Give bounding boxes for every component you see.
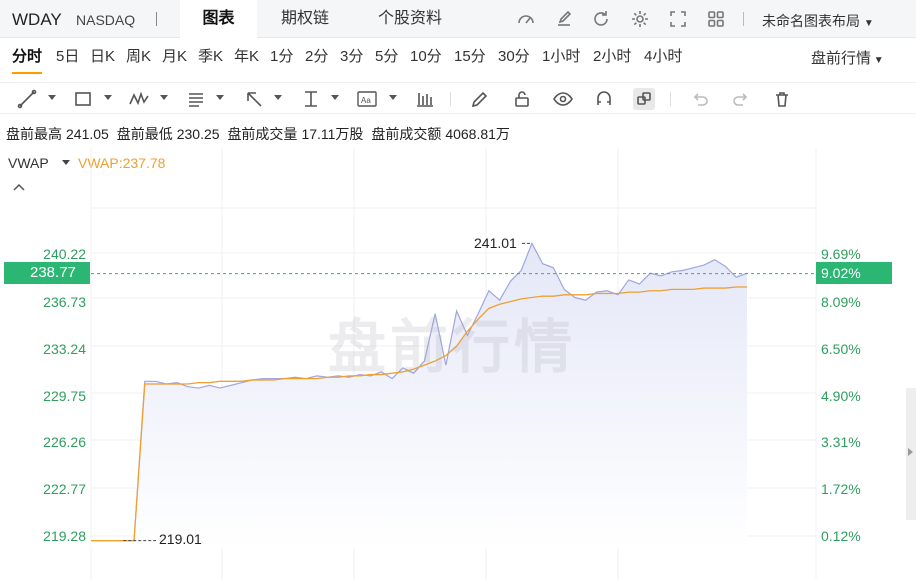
link-icon[interactable]: [633, 88, 655, 110]
period-1m[interactable]: 1分: [270, 44, 293, 70]
y-tick-label: 222.77: [43, 481, 86, 497]
volume-value: 17.11万股: [301, 126, 364, 142]
settings-icon[interactable]: [630, 9, 650, 29]
trend-line-icon[interactable]: [16, 88, 38, 110]
low-marker-label: 219.01: [159, 531, 202, 547]
edit-icon[interactable]: [554, 9, 574, 29]
divider: [156, 12, 157, 26]
measure-icon[interactable]: [300, 88, 322, 110]
unlock-icon[interactable]: [511, 88, 533, 110]
y-tick-label: 219.28: [43, 528, 86, 544]
current-pct-badge: 9.02%: [816, 262, 892, 284]
svg-text:Aa: Aa: [361, 96, 371, 105]
session-selector[interactable]: 盘前行情 ▼: [811, 47, 884, 68]
period-30m[interactable]: 30分: [498, 44, 530, 70]
divider: [450, 92, 451, 106]
chevron-down-icon[interactable]: [160, 95, 168, 100]
chevron-down-icon: ▼: [871, 55, 884, 66]
premarket-stats: 盘前最高 241.05 盘前最低 230.25 盘前成交量 17.11万股 盘前成交额…: [6, 124, 514, 144]
period-1h[interactable]: 1小时: [542, 44, 580, 70]
refresh-icon[interactable]: [591, 9, 611, 29]
trash-icon[interactable]: [771, 88, 793, 110]
chevron-down-icon: ▼: [863, 18, 874, 29]
fullscreen-icon[interactable]: [668, 9, 688, 29]
chevron-down-icon[interactable]: [331, 95, 339, 100]
high-marker-label: 241.01: [474, 235, 517, 251]
magnet-icon[interactable]: [593, 88, 615, 110]
period-week[interactable]: 周K: [126, 44, 151, 70]
y-pct-tick-label: 4.90%: [821, 388, 861, 404]
y-tick-label: 236.73: [43, 294, 86, 310]
chart-header: WDAY NASDAQ 图表 期权链 个股资料 未命名图表布局 ▼: [0, 0, 916, 38]
period-3m[interactable]: 3分: [340, 44, 363, 70]
high-label: 盘前最高: [6, 126, 62, 142]
period-5m[interactable]: 5分: [375, 44, 398, 70]
chevron-down-icon[interactable]: [104, 95, 112, 100]
grid-icon[interactable]: [706, 9, 726, 29]
y-pct-tick-label: 0.12%: [821, 528, 861, 544]
period-year[interactable]: 年K: [234, 44, 259, 70]
pattern-icon[interactable]: [128, 88, 150, 110]
divider: [670, 92, 671, 106]
period-quarter[interactable]: 季K: [198, 44, 223, 70]
period-intraday[interactable]: 分时: [12, 44, 43, 74]
drawing-toolbar: Aa: [0, 82, 916, 114]
y-tick-label: 240.22: [43, 246, 86, 262]
y-tick-label: 226.26: [43, 434, 86, 450]
layout-selector[interactable]: 未命名图表布局 ▼: [762, 11, 874, 31]
layout-name-label: 未命名图表布局: [762, 13, 860, 29]
period-10m[interactable]: 10分: [410, 44, 442, 70]
chevron-down-icon[interactable]: [216, 95, 224, 100]
divider: [743, 12, 744, 26]
amount-label: 盘前成交额: [371, 126, 442, 142]
tab-stock-profile[interactable]: 个股资料: [360, 0, 460, 38]
eye-icon[interactable]: [552, 88, 574, 110]
undo-icon[interactable]: [689, 88, 711, 110]
y-tick-label: 229.75: [43, 388, 86, 404]
period-2h[interactable]: 2小时: [593, 44, 631, 70]
volume-label: 盘前成交量: [227, 126, 298, 142]
low-value: 230.25: [176, 126, 220, 142]
chevron-down-icon[interactable]: [389, 95, 397, 100]
period-5d[interactable]: 5日: [56, 44, 79, 70]
side-panel-toggle[interactable]: [906, 388, 916, 520]
price-area: [91, 243, 747, 547]
chevron-down-icon[interactable]: [48, 95, 56, 100]
chevron-down-icon[interactable]: [274, 95, 282, 100]
redo-icon[interactable]: [730, 88, 752, 110]
stock-symbol[interactable]: WDAY: [12, 10, 62, 30]
period-month[interactable]: 月K: [162, 44, 187, 70]
y-pct-tick-label: 9.69%: [821, 246, 861, 262]
y-pct-tick-label: 8.09%: [821, 294, 861, 310]
rectangle-icon[interactable]: [72, 88, 94, 110]
amount-value: 4068.81万: [445, 126, 510, 142]
candles-icon[interactable]: [414, 88, 436, 110]
y-pct-tick-label: 6.50%: [821, 341, 861, 357]
tab-chart[interactable]: 图表: [180, 0, 257, 38]
text-icon[interactable]: Aa: [356, 88, 378, 110]
gauge-icon[interactable]: [516, 9, 536, 29]
pencil-icon[interactable]: [469, 88, 491, 110]
low-label: 盘前最低: [116, 126, 173, 142]
fib-icon[interactable]: [185, 88, 207, 110]
session-label: 盘前行情: [811, 50, 872, 67]
watermark: 盘前行情: [328, 315, 577, 380]
tab-options-chain[interactable]: 期权链: [262, 0, 348, 38]
exchange-name: NASDAQ: [76, 12, 136, 28]
period-15m[interactable]: 15分: [454, 44, 486, 70]
y-pct-tick-label: 3.31%: [821, 434, 861, 450]
current-price-badge: 238.77: [4, 262, 90, 284]
period-day[interactable]: 日K: [90, 44, 115, 70]
period-2m[interactable]: 2分: [305, 44, 328, 70]
y-pct-tick-label: 1.72%: [821, 481, 861, 497]
period-4h[interactable]: 4小时: [644, 44, 682, 70]
high-value: 241.05: [66, 126, 109, 142]
y-tick-label: 233.24: [43, 341, 86, 357]
arrow-icon[interactable]: [243, 88, 265, 110]
